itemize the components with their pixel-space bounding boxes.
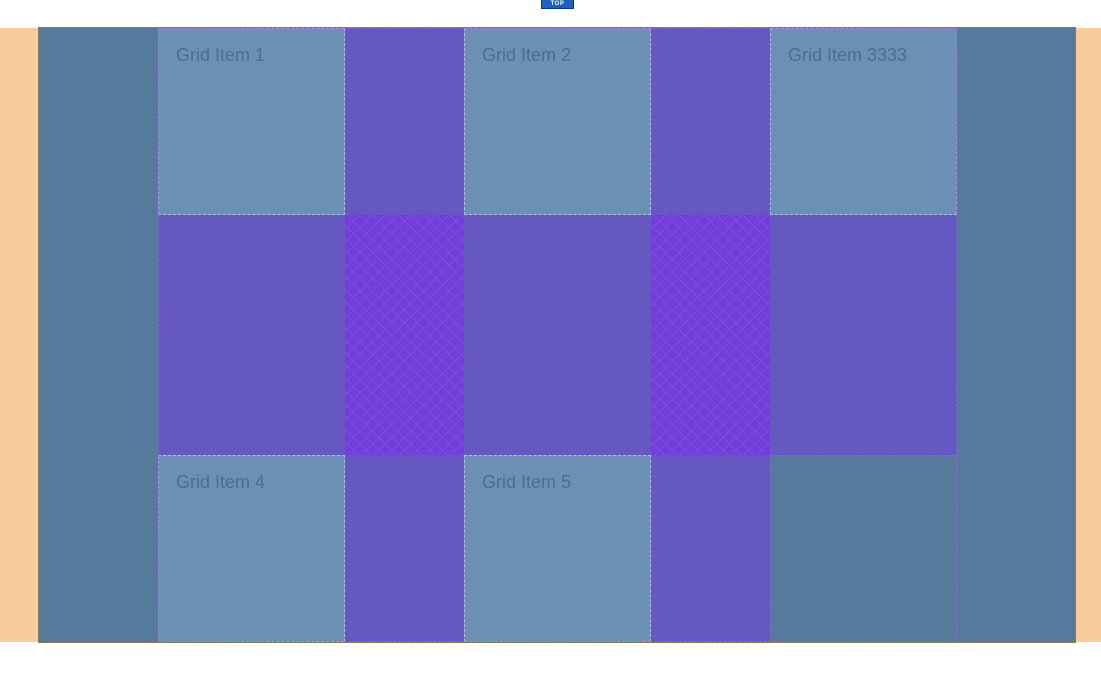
grid-item-5[interactable]: Grid Item 5 — [464, 455, 651, 642]
grid-row-gap — [158, 215, 957, 455]
grid-gap-intersection-1 — [345, 215, 464, 455]
grid-item-4[interactable]: Grid Item 4 — [158, 455, 345, 642]
grid-empty-cell — [770, 455, 957, 642]
grid-item-3[interactable]: Grid Item 3333 — [770, 28, 957, 215]
grid-gap-intersection-2 — [651, 215, 770, 455]
top-badge[interactable]: TOP — [541, 0, 574, 9]
grid-item-1[interactable]: Grid Item 1 — [158, 28, 345, 215]
grid-item-2[interactable]: Grid Item 2 — [464, 28, 651, 215]
